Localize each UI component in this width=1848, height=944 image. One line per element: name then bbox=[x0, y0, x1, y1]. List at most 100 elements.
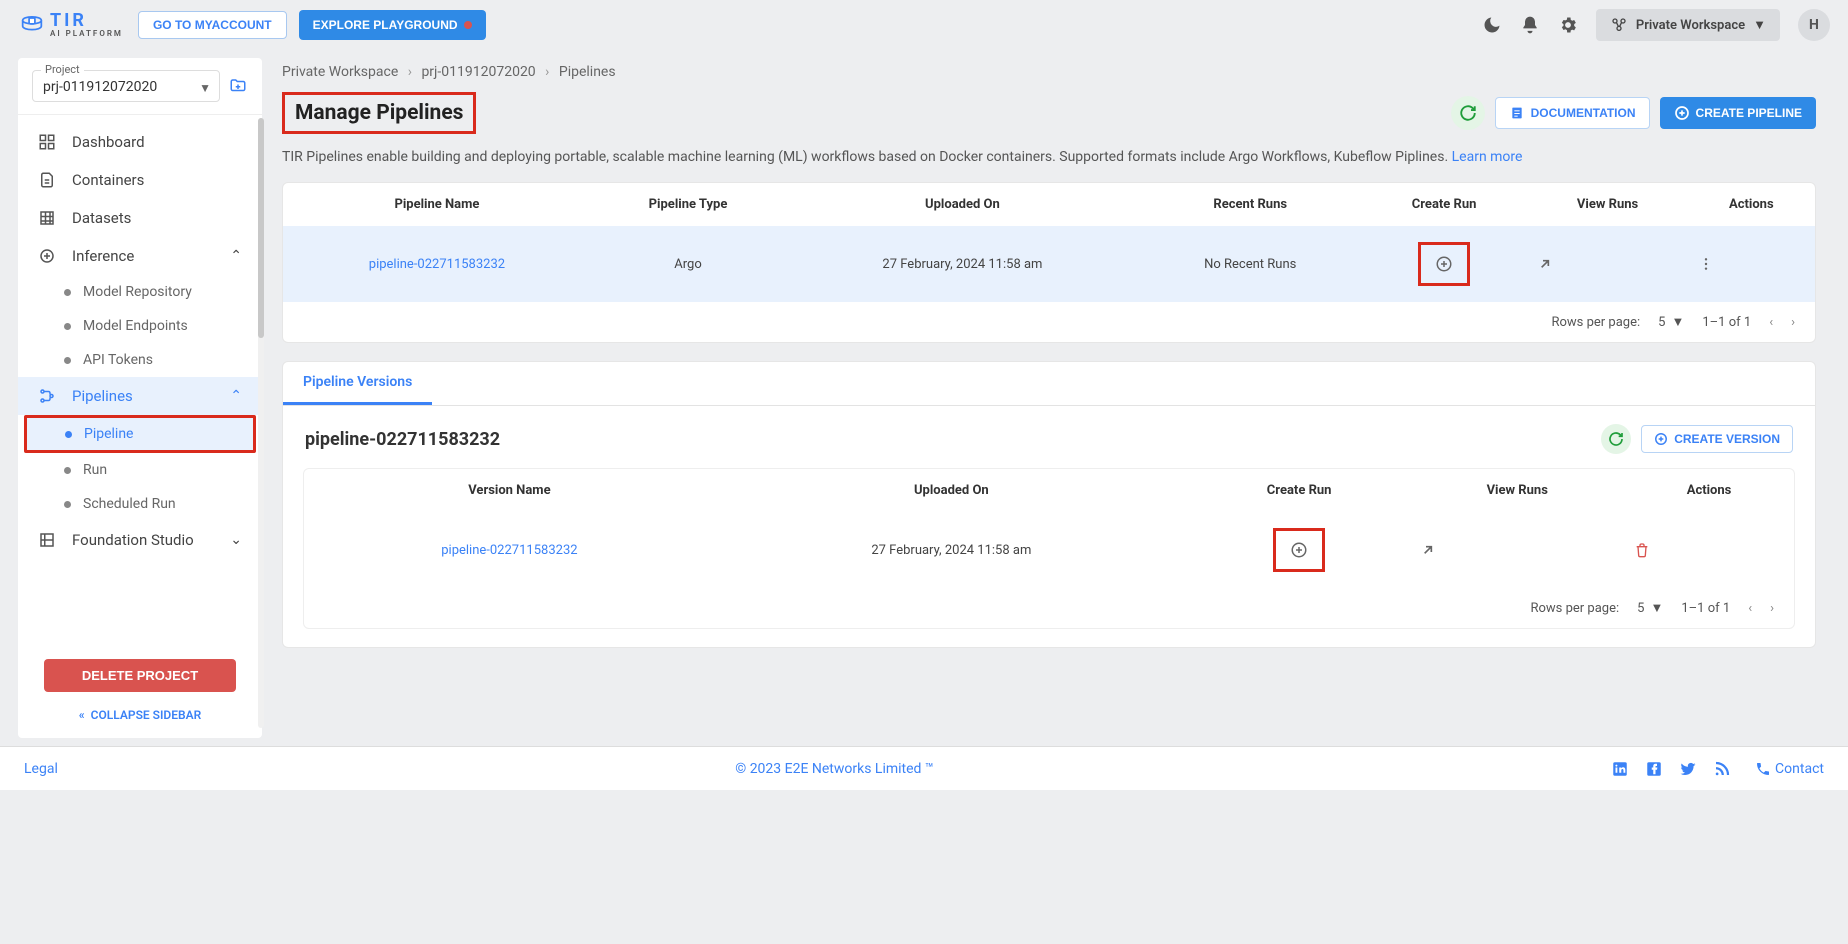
learn-more-link[interactable]: Learn more bbox=[1452, 149, 1523, 165]
col-pipeline-type: Pipeline Type bbox=[591, 183, 785, 226]
bullet-icon bbox=[64, 467, 71, 474]
rows-per-page-select[interactable]: 5 ▼ bbox=[1658, 314, 1684, 330]
view-runs-button[interactable] bbox=[1537, 256, 1677, 272]
pipeline-versions-panel: Pipeline Versions pipeline-022711583232 … bbox=[282, 361, 1816, 648]
sidebar-item-model-repository[interactable]: Model Repository bbox=[18, 275, 262, 309]
sidebar-item-pipelines[interactable]: Pipelines ⌃ bbox=[18, 377, 262, 415]
bullet-icon bbox=[64, 501, 71, 508]
create-run-highlight bbox=[1418, 242, 1470, 286]
breadcrumb-separator: › bbox=[408, 64, 412, 80]
plus-circle-icon bbox=[1290, 541, 1308, 559]
sidebar-item-label: Pipelines bbox=[72, 387, 133, 405]
chevron-down-icon: ⌄ bbox=[230, 532, 242, 548]
sidebar-item-model-endpoints[interactable]: Model Endpoints bbox=[18, 309, 262, 343]
sidebar-item-run[interactable]: Run bbox=[18, 453, 262, 487]
refresh-versions-button[interactable] bbox=[1601, 424, 1631, 454]
sidebar-item-inference[interactable]: Inference ⌃ bbox=[18, 237, 262, 275]
col-uploaded-on: Uploaded On bbox=[715, 469, 1188, 512]
sidebar-item-containers[interactable]: Containers bbox=[18, 161, 262, 199]
table-row[interactable]: pipeline-022711583232 Argo 27 February, … bbox=[283, 226, 1815, 302]
refresh-button[interactable] bbox=[1451, 96, 1485, 130]
breadcrumb-current: Pipelines bbox=[559, 64, 616, 80]
create-version-button[interactable]: CREATE VERSION bbox=[1641, 425, 1793, 453]
documentation-button[interactable]: DOCUMENTATION bbox=[1495, 97, 1650, 129]
contact-link[interactable]: Contact bbox=[1755, 761, 1824, 777]
plus-circle-icon bbox=[1654, 432, 1668, 446]
phone-icon bbox=[1755, 761, 1771, 777]
row-actions-menu[interactable] bbox=[1698, 256, 1805, 272]
sidebar-item-api-tokens[interactable]: API Tokens bbox=[18, 343, 262, 377]
col-view-runs: View Runs bbox=[1410, 469, 1624, 512]
delete-version-button[interactable] bbox=[1634, 542, 1784, 558]
col-version-name: Version Name bbox=[304, 469, 715, 512]
next-page-button[interactable]: › bbox=[1791, 315, 1795, 330]
inference-icon bbox=[38, 247, 56, 265]
prev-page-button[interactable]: ‹ bbox=[1769, 315, 1773, 330]
project-value: prj-011912072020 bbox=[43, 79, 157, 95]
breadcrumb: Private Workspace › prj-011912072020 › P… bbox=[282, 64, 1816, 80]
bullet-icon bbox=[65, 431, 72, 438]
logo[interactable]: TIR AI PLATFORM bbox=[18, 11, 123, 39]
rows-per-page-label: Rows per page: bbox=[1530, 601, 1619, 616]
pipelines-table-panel: Pipeline Name Pipeline Type Uploaded On … bbox=[282, 182, 1816, 343]
twitter-icon[interactable] bbox=[1679, 760, 1697, 778]
pagination-range: 1–1 of 1 bbox=[1681, 601, 1730, 616]
version-name-link[interactable]: pipeline-022711583232 bbox=[441, 543, 577, 558]
page-title: Manage Pipelines bbox=[295, 101, 463, 125]
delete-project-button[interactable]: DELETE PROJECT bbox=[44, 659, 236, 692]
sidebar-item-label: Dashboard bbox=[72, 133, 145, 151]
sidebar-item-label: API Tokens bbox=[83, 352, 153, 368]
col-actions: Actions bbox=[1688, 183, 1815, 226]
workspace-selector[interactable]: Private Workspace ▼ bbox=[1596, 9, 1780, 41]
add-run-button[interactable] bbox=[1290, 541, 1308, 559]
col-actions: Actions bbox=[1624, 469, 1794, 512]
breadcrumb-link[interactable]: prj-011912072020 bbox=[421, 64, 535, 80]
settings-icon[interactable] bbox=[1558, 15, 1578, 35]
sidebar-item-scheduled-run[interactable]: Scheduled Run bbox=[18, 487, 262, 521]
footer: Legal © 2023 E2E Networks Limited ™ Cont… bbox=[0, 746, 1848, 790]
facebook-icon[interactable] bbox=[1645, 760, 1663, 778]
caret-down-icon: ▼ bbox=[1753, 17, 1766, 33]
prev-page-button[interactable]: ‹ bbox=[1748, 601, 1752, 616]
scrollbar-thumb[interactable] bbox=[258, 118, 264, 338]
pipeline-name-link[interactable]: pipeline-022711583232 bbox=[369, 257, 505, 272]
user-avatar[interactable]: H bbox=[1798, 9, 1830, 41]
tab-pipeline-versions[interactable]: Pipeline Versions bbox=[283, 362, 432, 405]
sidebar-item-dashboard[interactable]: Dashboard bbox=[18, 123, 262, 161]
rss-icon[interactable] bbox=[1713, 760, 1731, 778]
theme-toggle-icon[interactable] bbox=[1482, 15, 1502, 35]
explore-playground-button[interactable]: EXPLORE PLAYGROUND bbox=[299, 10, 486, 40]
breadcrumb-link[interactable]: Private Workspace bbox=[282, 64, 398, 80]
title-highlight: Manage Pipelines bbox=[282, 92, 476, 134]
collapse-sidebar-button[interactable]: « COLLAPSE SIDEBAR bbox=[18, 692, 262, 738]
new-project-icon[interactable] bbox=[228, 77, 248, 95]
caret-down-icon: ▼ bbox=[1650, 600, 1663, 616]
desc-text: TIR Pipelines enable building and deploy… bbox=[282, 149, 1452, 165]
add-run-button[interactable] bbox=[1435, 255, 1453, 273]
view-runs-button[interactable] bbox=[1420, 542, 1614, 558]
tabs: Pipeline Versions bbox=[283, 362, 1815, 406]
main-content: Private Workspace › prj-011912072020 › P… bbox=[262, 50, 1848, 738]
sidebar-item-datasets[interactable]: Datasets bbox=[18, 199, 262, 237]
sidebar-item-foundation-studio[interactable]: Foundation Studio ⌄ bbox=[18, 521, 262, 559]
myaccount-button[interactable]: GO TO MYACCOUNT bbox=[138, 11, 287, 39]
create-pipeline-button[interactable]: CREATE PIPELINE bbox=[1660, 97, 1816, 129]
next-page-button[interactable]: › bbox=[1770, 601, 1774, 616]
bullet-icon bbox=[64, 323, 71, 330]
table-row[interactable]: pipeline-022711583232 27 February, 2024 … bbox=[304, 512, 1794, 588]
legal-link[interactable]: Legal bbox=[24, 761, 58, 777]
col-pipeline-name: Pipeline Name bbox=[283, 183, 591, 226]
pagination: Rows per page: 5 ▼ 1–1 of 1 ‹ › bbox=[283, 302, 1815, 342]
caret-down-icon: ▼ bbox=[1671, 314, 1684, 330]
pipelines-icon bbox=[38, 387, 56, 405]
sidebar-item-pipeline[interactable]: Pipeline bbox=[24, 415, 256, 453]
contact-label: Contact bbox=[1775, 761, 1824, 777]
rows-value: 5 bbox=[1658, 315, 1665, 330]
notifications-icon[interactable] bbox=[1520, 15, 1540, 35]
rows-per-page-select[interactable]: 5 ▼ bbox=[1637, 600, 1663, 616]
chevron-up-icon: ⌃ bbox=[230, 248, 242, 264]
project-selector[interactable]: Project prj-011912072020 ▼ bbox=[32, 70, 220, 102]
breadcrumb-separator: › bbox=[545, 64, 549, 80]
linkedin-icon[interactable] bbox=[1611, 760, 1629, 778]
create-run-highlight bbox=[1273, 528, 1325, 572]
